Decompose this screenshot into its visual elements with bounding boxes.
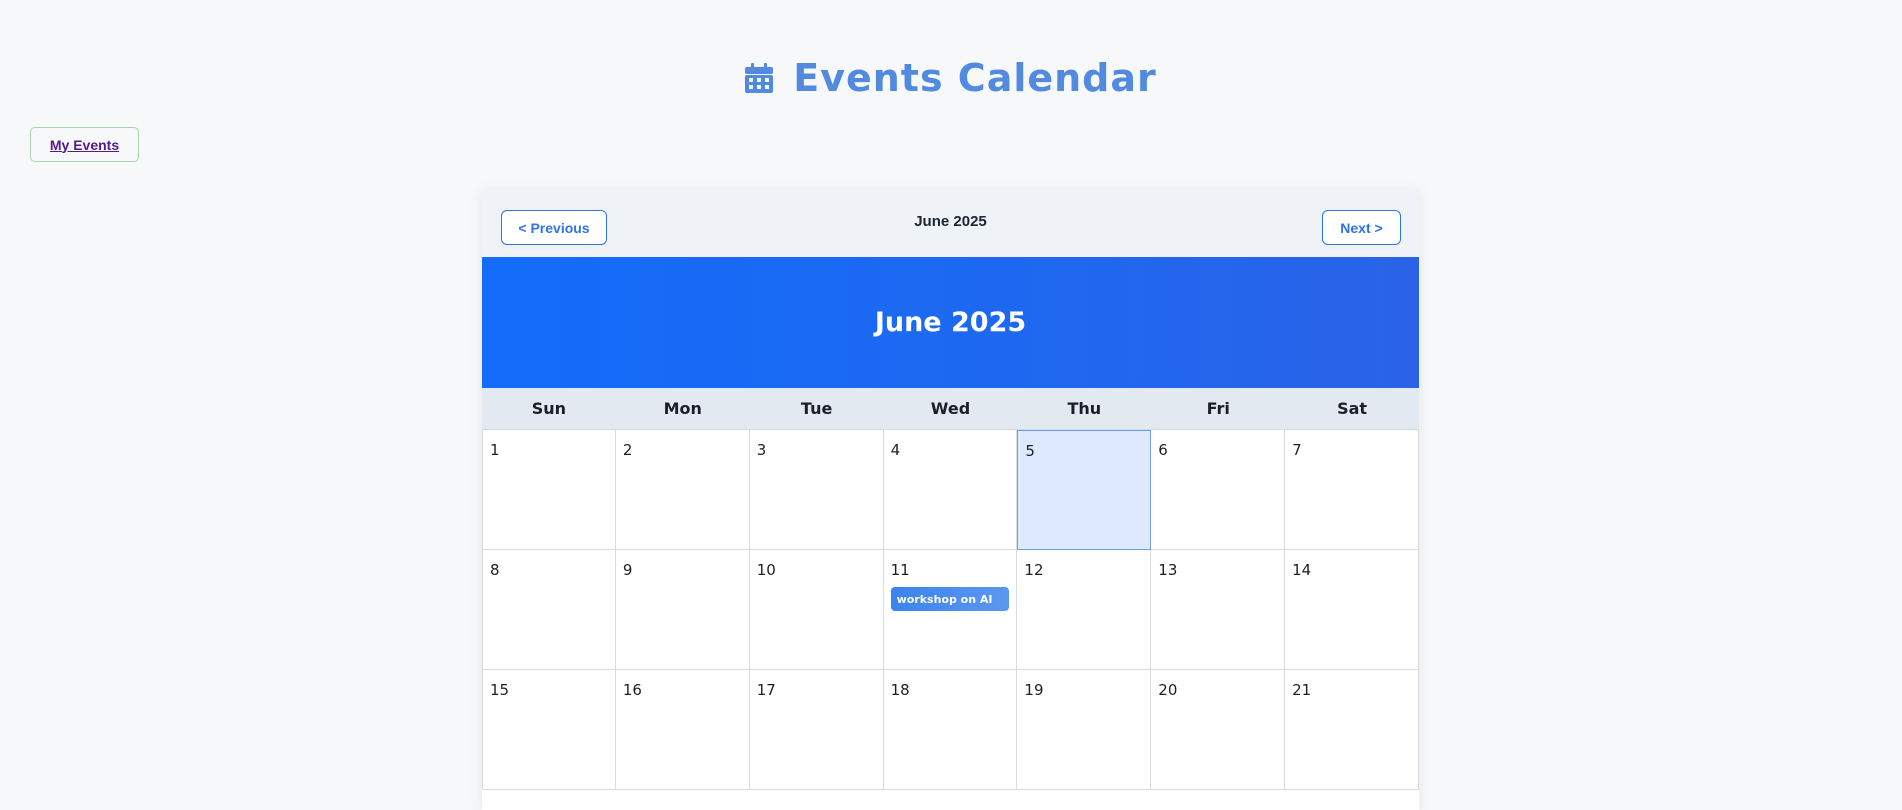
- day-number: 12: [1024, 561, 1044, 579]
- day-cell[interactable]: 3: [749, 430, 884, 550]
- day-number: 4: [890, 441, 901, 459]
- day-cell[interactable]: 16: [615, 670, 750, 790]
- weekday-fri: Fri: [1206, 399, 1230, 418]
- day-number: 15: [490, 681, 510, 699]
- weekday-sat: Sat: [1337, 399, 1368, 418]
- day-cell-today[interactable]: 5: [1017, 430, 1152, 550]
- day-number: 20: [1158, 681, 1178, 699]
- day-number: 2: [622, 441, 633, 459]
- day-cell[interactable]: 18: [883, 670, 1018, 790]
- day-cell[interactable]: 1: [482, 430, 616, 550]
- weekday-mon: Mon: [663, 399, 702, 418]
- day-number: 16: [622, 681, 642, 699]
- day-number: 19: [1024, 681, 1044, 699]
- page-title-text: Events Calendar: [793, 56, 1157, 100]
- current-month-label: June 2025: [914, 213, 987, 230]
- day-cell[interactable]: 8: [482, 550, 616, 670]
- weekday-thu: Thu: [1067, 399, 1102, 418]
- day-cell[interactable]: 6: [1151, 430, 1286, 550]
- day-number: 21: [1292, 681, 1312, 699]
- day-number: 8: [490, 561, 500, 579]
- month-banner-title: June 2025: [874, 307, 1027, 338]
- weekday-wed: Wed: [930, 399, 971, 418]
- calendar-icon: [745, 63, 774, 93]
- weekday-tue: Tue: [800, 399, 833, 418]
- day-number: 13: [1158, 561, 1178, 579]
- day-cell[interactable]: 19: [1017, 670, 1152, 790]
- weekday-header: Sun Mon Tue Wed Thu Fri Sat: [482, 388, 1419, 430]
- day-number: 10: [756, 561, 776, 579]
- page-title: Events Calendar: [0, 56, 1902, 100]
- my-events-link[interactable]: My Events: [30, 127, 139, 162]
- day-number: 17: [756, 681, 776, 699]
- day-number: 11: [890, 561, 910, 579]
- day-cell[interactable]: 13: [1151, 550, 1286, 670]
- event-chip[interactable]: workshop on AI: [890, 587, 1010, 611]
- calendar-grid: 1 2 3 4 5 6 7 8 9 10 11 workshop on AI 12 13 14 15 16 17 1…: [482, 430, 1419, 790]
- day-cell[interactable]: 10: [749, 550, 884, 670]
- calendar: < Previous June 2025 Next > June 2025 Su…: [482, 190, 1419, 810]
- next-month-button[interactable]: Next >: [1322, 210, 1401, 245]
- day-cell[interactable]: 17: [749, 670, 884, 790]
- day-cell[interactable]: 7: [1285, 430, 1419, 550]
- weekday-sun: Sun: [531, 399, 567, 418]
- day-cell[interactable]: 12: [1017, 550, 1152, 670]
- day-number: 7: [1292, 441, 1302, 459]
- day-number: 1: [490, 441, 500, 459]
- day-cell[interactable]: 14: [1285, 550, 1419, 670]
- calendar-nav: < Previous June 2025 Next >: [482, 190, 1419, 257]
- month-banner: June 2025: [482, 257, 1419, 388]
- day-number: 9: [622, 561, 633, 579]
- day-cell[interactable]: 21: [1285, 670, 1419, 790]
- day-cell[interactable]: 2: [615, 430, 750, 550]
- day-number: 18: [890, 681, 910, 699]
- day-cell[interactable]: 9: [615, 550, 750, 670]
- day-cell[interactable]: 15: [482, 670, 616, 790]
- day-cell[interactable]: 20: [1151, 670, 1286, 790]
- day-number: 3: [756, 441, 767, 459]
- day-cell[interactable]: 4: [883, 430, 1018, 550]
- day-number: 6: [1158, 441, 1168, 459]
- day-cell[interactable]: 11 workshop on AI: [883, 550, 1018, 670]
- day-number: 14: [1292, 561, 1312, 579]
- day-number: 5: [1025, 442, 1035, 460]
